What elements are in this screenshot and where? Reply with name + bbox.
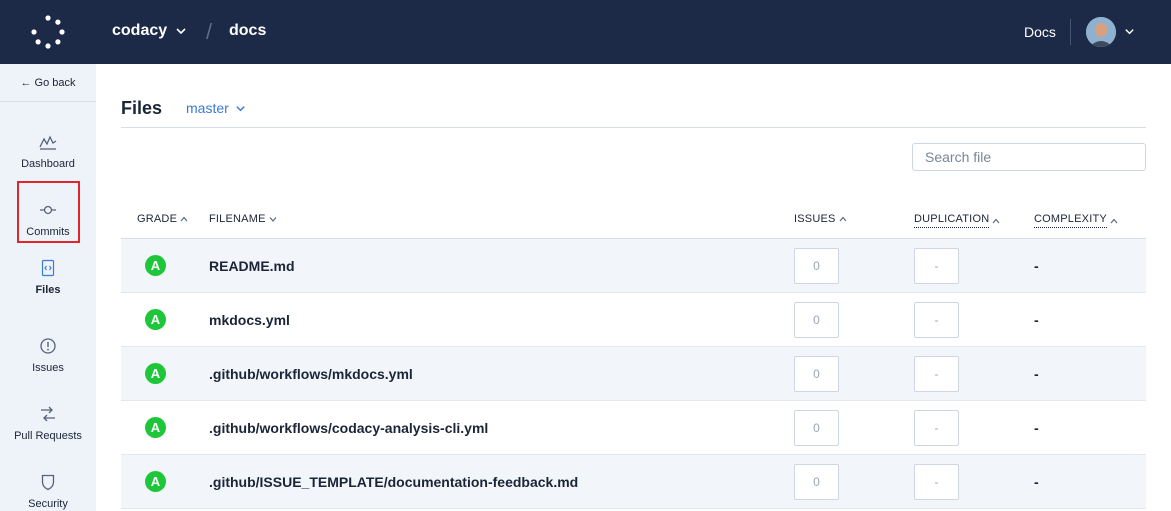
complexity-value: -: [1034, 258, 1039, 274]
repo-name[interactable]: docs: [229, 22, 266, 40]
sort-down-icon: [269, 217, 277, 222]
grade-badge: A: [145, 471, 166, 492]
sidebar-item-label: Security: [28, 497, 68, 510]
chevron-down-icon: [176, 28, 186, 35]
sort-up-icon: [1110, 218, 1118, 223]
issues-count: 0: [794, 410, 839, 446]
complexity-value: -: [1034, 474, 1039, 490]
column-header-complexity[interactable]: COMPLEXITY: [1034, 213, 1118, 228]
top-bar: codacy / docs Docs: [0, 0, 1171, 64]
file-name[interactable]: .github/workflows/mkdocs.yml: [209, 366, 413, 382]
page-title: Files: [121, 98, 163, 118]
go-back-link[interactable]: ← Go back: [0, 64, 96, 102]
grade-badge: A: [145, 255, 166, 276]
column-header-grade[interactable]: GRADE: [137, 213, 188, 225]
branch-name: master: [186, 100, 229, 116]
chevron-down-icon: [236, 105, 245, 111]
table-row[interactable]: A .github/ISSUE_TEMPLATE/documentation-f…: [121, 455, 1146, 509]
duplication-value: -: [914, 410, 959, 446]
sort-up-icon: [180, 216, 188, 222]
file-name[interactable]: .github/ISSUE_TEMPLATE/documentation-fee…: [209, 474, 578, 490]
search-input[interactable]: [912, 143, 1146, 171]
codacy-logo-icon[interactable]: [30, 14, 66, 50]
file-name[interactable]: mkdocs.yml: [209, 312, 290, 328]
sidebar: ← Go back Dashboard Commits Files Issues…: [0, 64, 96, 511]
duplication-value: -: [914, 248, 959, 284]
file-name[interactable]: .github/workflows/codacy-analysis-cli.ym…: [209, 420, 488, 436]
breadcrumb-separator: /: [206, 19, 213, 44]
complexity-value: -: [1034, 420, 1039, 436]
duplication-value: -: [914, 302, 959, 338]
issues-count: 0: [794, 248, 839, 284]
shield-icon: [41, 474, 55, 490]
avatar[interactable]: [1086, 17, 1116, 47]
table-row[interactable]: A README.md 0 - -: [121, 239, 1146, 293]
file-code-icon: [41, 259, 55, 276]
pull-request-icon: [41, 406, 55, 421]
sort-up-icon: [839, 216, 846, 222]
issues-count: 0: [794, 464, 839, 500]
header-divider: [1070, 19, 1071, 45]
docs-link[interactable]: Docs: [1024, 24, 1056, 40]
column-header-duplication[interactable]: DUPLICATION: [914, 213, 1000, 228]
dashboard-icon: [39, 134, 57, 150]
branch-selector[interactable]: master: [186, 100, 246, 116]
sort-up-icon: [992, 218, 1000, 223]
table-row[interactable]: A mkdocs.yml 0 - -: [121, 293, 1146, 347]
sidebar-item-security[interactable]: Security: [0, 460, 96, 511]
column-header-filename[interactable]: FILENAME: [209, 213, 277, 225]
complexity-value: -: [1034, 366, 1039, 382]
chevron-down-icon[interactable]: [1124, 26, 1135, 37]
duplication-value: -: [914, 356, 959, 392]
sidebar-item-issues[interactable]: Issues: [0, 324, 96, 386]
column-header-issues[interactable]: ISSUES: [794, 213, 847, 225]
sidebar-item-dashboard[interactable]: Dashboard: [0, 120, 96, 182]
complexity-value: -: [1034, 312, 1039, 328]
table-row[interactable]: A .github/workflows/codacy-analysis-cli.…: [121, 401, 1146, 455]
org-name: codacy: [112, 22, 168, 39]
grade-badge: A: [145, 363, 166, 384]
sidebar-item-pull-requests[interactable]: Pull Requests: [0, 392, 96, 454]
active-nav-highlight: [17, 181, 80, 243]
issues-count: 0: [794, 302, 839, 338]
grade-badge: A: [145, 309, 166, 330]
duplication-value: -: [914, 464, 959, 500]
org-selector[interactable]: codacy: [112, 22, 187, 40]
table-row[interactable]: A .github/workflows/mkdocs.yml 0 - -: [121, 347, 1146, 401]
issues-count: 0: [794, 356, 839, 392]
sidebar-item-files[interactable]: Files: [0, 246, 96, 308]
sidebar-item-label: Pull Requests: [14, 429, 82, 442]
sidebar-item-label: Files: [35, 283, 61, 296]
divider: [121, 127, 1146, 128]
grade-badge: A: [145, 417, 166, 438]
issue-icon: [40, 337, 56, 354]
sidebar-item-label: Issues: [32, 361, 64, 374]
file-name[interactable]: README.md: [209, 258, 295, 274]
user-avatar-icon: [1086, 17, 1116, 47]
sidebar-item-label: Dashboard: [21, 157, 75, 170]
